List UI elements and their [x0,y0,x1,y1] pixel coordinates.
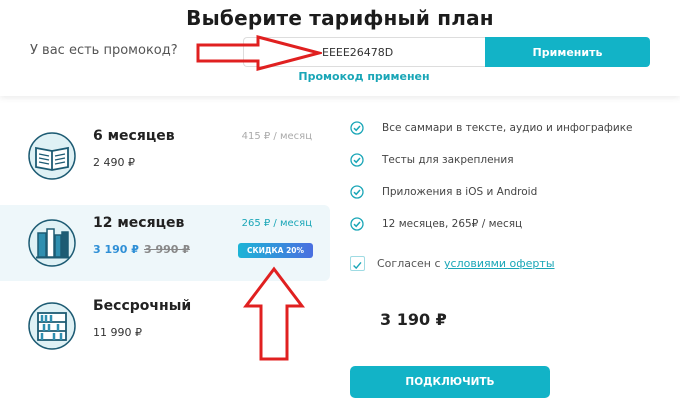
feature-text: Тесты для закрепления [382,154,514,166]
discount-badge: СКИДКА 20% [238,243,313,258]
feature-item: Тесты для закрепления [350,152,670,184]
plan-per-month: 415 ₽ / месяц [241,131,312,142]
connect-button[interactable]: ПОДКЛЮЧИТЬ [350,366,550,398]
agree-prefix: Согласен с [377,257,441,270]
check-circle-icon [350,217,364,231]
plan-price-new: 3 190 ₽ [93,243,139,256]
promo-question: У вас есть промокод? [30,43,178,58]
total-price: 3 190 ₽ [380,310,447,329]
plan-name: 6 месяцев [93,128,175,144]
books-icon [28,219,76,267]
feature-text: Все саммари в тексте, аудио и инфографик… [382,122,633,134]
plan-6-months[interactable]: 6 месяцев 2 490 ₽ 415 ₽ / месяц [0,118,330,194]
page-title: Выберите тарифный план [186,6,494,30]
plan-per-month: 265 ₽ / месяц [241,218,312,229]
check-circle-icon [350,153,364,167]
feature-text: 12 месяцев, 265₽ / месяц [382,218,523,230]
plan-name: Бессрочный [93,298,192,314]
plan-price: 11 990 ₽ [93,326,142,339]
plan-price: 2 490 ₽ [93,156,135,169]
feature-item: Все саммари в тексте, аудио и инфографик… [350,120,670,152]
feature-list: Все саммари в тексте, аудио и инфографик… [350,120,670,248]
feature-item: 12 месяцев, 265₽ / месяц [350,216,670,248]
offer-terms-link[interactable]: условиями оферты [444,257,555,270]
agree-checkbox[interactable] [350,256,365,271]
plan-price-old: 3 990 ₽ [144,243,190,256]
open-book-icon [28,132,76,180]
agree-label: Согласен с условиями оферты [377,257,555,270]
feature-text: Приложения в iOS и Android [382,186,538,198]
apply-button[interactable]: Применить [485,37,650,67]
check-icon [353,262,362,270]
annotation-arrow-up [243,266,305,361]
promo-status: Промокод применен [298,70,430,83]
check-circle-icon [350,121,364,135]
feature-item: Приложения в iOS и Android [350,184,670,216]
annotation-arrow-right [196,35,322,71]
plan-name: 12 месяцев [93,215,185,231]
bookshelf-icon [28,302,76,350]
check-circle-icon [350,185,364,199]
